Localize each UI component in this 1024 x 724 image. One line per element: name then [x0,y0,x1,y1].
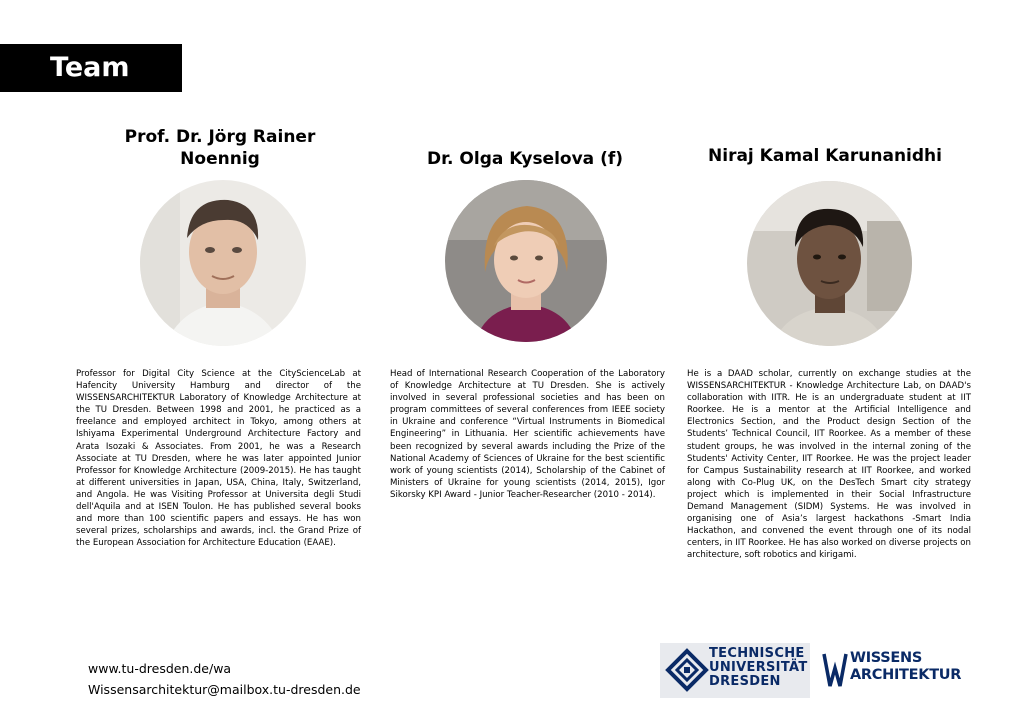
member-name-line1: Dr. Olga Kyselova (f) [426,149,623,169]
member-photo [140,180,306,346]
tu-logo-line2: UNIVERSITÄT [709,660,808,675]
wa-emblem-icon [822,653,848,687]
wa-logo-line2: ARCHITEKTUR [850,667,962,683]
page-title: Team [50,52,130,83]
website-link[interactable]: www.tu-dresden.de/wa [88,661,231,676]
email-link[interactable]: Wissensarchitektur@mailbox.tu-dresden.de [88,682,361,697]
title-bar: Team [0,44,182,92]
wa-logo-line1: WISSENS [850,650,923,666]
member-photo [747,181,912,346]
member-name-line1: Niraj Kamal Karunanidhi [708,146,942,166]
member-bio: Professor for Digital City Science at th… [76,369,361,549]
tu-dresden-logo: TECHNISCHE UNIVERSITÄT DRESDEN [660,643,810,698]
tu-emblem-icon [665,648,709,692]
tu-logo-line1: TECHNISCHE [709,646,805,661]
member-name: Dr. Olga Kyselova (f) [400,148,650,170]
tu-logo-line3: DRESDEN [709,674,781,689]
member-bio: Head of International Research Cooperati… [390,369,665,500]
member-name: Prof. Dr. Jörg Rainer Noennig [100,126,340,170]
member-name: Niraj Kamal Karunanidhi [690,145,960,167]
member-photo [445,180,607,342]
wissensarchitektur-logo: WISSENS ARCHITEKTUR [822,650,982,690]
member-name-line2: Noennig [180,149,260,169]
member-name-line1: Prof. Dr. Jörg Rainer [124,127,316,147]
member-bio: He is a DAAD scholar, currently on excha… [687,369,971,561]
